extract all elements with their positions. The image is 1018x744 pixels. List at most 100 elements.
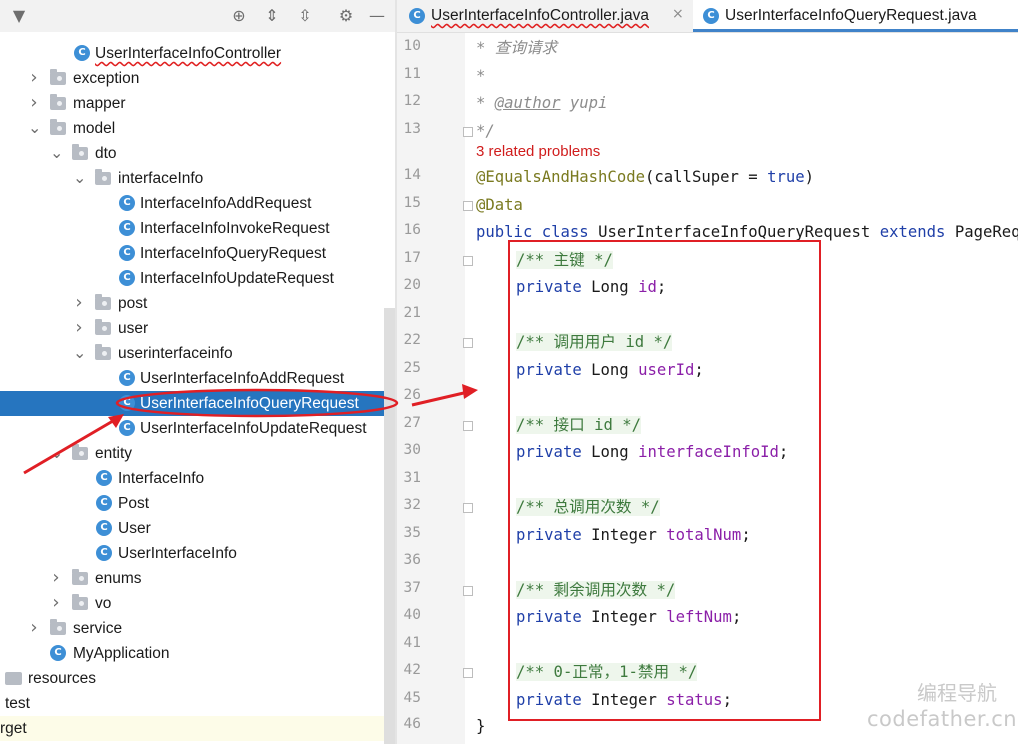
- tree-item[interactable]: C UserInterfaceInfoUpdateRequest: [0, 416, 395, 441]
- chevron-down-icon[interactable]: ⌄: [73, 345, 86, 361]
- tree-item-label: userinterfaceinfo: [118, 345, 233, 362]
- line-number: 14: [403, 167, 421, 183]
- class-icon: C: [96, 495, 112, 511]
- tree-item[interactable]: › service: [0, 616, 395, 641]
- tab-query-request[interactable]: C UserInterfaceInfoQueryRequest.java: [693, 0, 1018, 32]
- class-icon: C: [119, 195, 135, 211]
- line-number: 25: [403, 360, 421, 376]
- tree-item[interactable]: C InterfaceInfoUpdateRequest: [0, 266, 395, 291]
- related-problems-hint[interactable]: 3 related problems: [476, 143, 600, 160]
- tree-item[interactable]: C UserInterfaceInfoQueryRequest: [0, 391, 395, 416]
- tree-item[interactable]: C InterfaceInfoQueryRequest: [0, 241, 395, 266]
- chevron-down-icon[interactable]: ⌄: [73, 170, 86, 186]
- fold-marker-icon[interactable]: [463, 668, 473, 678]
- tree-item-label: exception: [73, 70, 140, 87]
- line-number: 16: [403, 222, 421, 238]
- tree-item-label: UserInterfaceInfoAddRequest: [140, 370, 345, 387]
- chevron-down-icon[interactable]: ⌄: [50, 145, 63, 161]
- tree-item[interactable]: C Post: [0, 491, 395, 516]
- line-number: 11: [403, 66, 421, 82]
- tree-item-label: service: [73, 620, 123, 637]
- package-folder-icon: [95, 294, 111, 310]
- class-icon: C: [119, 220, 135, 236]
- tab-controller[interactable]: C UserInterfaceInfoController.java ×: [397, 0, 693, 32]
- tree-item[interactable]: C MyApplication: [0, 641, 395, 666]
- tree-item[interactable]: ⌄ interfaceInfo: [0, 166, 395, 191]
- tree-item[interactable]: C UserInterfaceInfo: [0, 541, 395, 566]
- tree-item[interactable]: › post: [0, 291, 395, 316]
- tree-item-label: enums: [95, 570, 142, 587]
- tree-item[interactable]: resources: [0, 666, 395, 691]
- chevron-right-icon[interactable]: ›: [28, 94, 40, 112]
- tree-item[interactable]: › mapper: [0, 91, 395, 116]
- tree-item[interactable]: › user: [0, 316, 395, 341]
- tree-item[interactable]: ⌄ model: [0, 116, 395, 141]
- tree-item[interactable]: ⌄ userinterfaceinfo: [0, 341, 395, 366]
- tree-item[interactable]: C UserInterfaceInfoController: [0, 41, 395, 66]
- fold-marker-icon[interactable]: [463, 586, 473, 596]
- fold-marker-icon[interactable]: [463, 503, 473, 513]
- line-number: 46: [403, 716, 421, 732]
- tree-item-label: post: [118, 295, 148, 312]
- tree-item-label: MyApplication: [73, 645, 170, 662]
- tree-item[interactable]: C InterfaceInfo: [0, 466, 395, 491]
- line-number: 21: [403, 305, 421, 321]
- tree-item-label: user: [118, 320, 149, 337]
- tree-item-cropped: [0, 20, 395, 32]
- tree-item-label: UserInterfaceInfoController: [95, 45, 282, 62]
- tree-item-label: vo: [95, 595, 112, 612]
- tab-label: UserInterfaceInfoQueryRequest.java: [725, 7, 977, 24]
- tree-item[interactable]: C InterfaceInfoAddRequest: [0, 191, 395, 216]
- fold-marker-icon[interactable]: [463, 338, 473, 348]
- chevron-right-icon[interactable]: ›: [73, 294, 85, 312]
- tree-item[interactable]: rget: [0, 716, 395, 741]
- class-icon: C: [119, 270, 135, 286]
- code-line: @EqualsAndHashCode(callSuper = true): [476, 168, 815, 186]
- class-icon: C: [96, 470, 112, 486]
- tree-item[interactable]: ⌄ entity: [0, 441, 395, 466]
- code-editor[interactable]: C UserInterfaceInfoController.java × C U…: [397, 0, 1018, 744]
- class-icon: C: [74, 45, 90, 61]
- chevron-right-icon[interactable]: ›: [73, 319, 85, 337]
- class-icon: C: [96, 545, 112, 561]
- tree-item-label: interfaceInfo: [118, 170, 204, 187]
- tree-item[interactable]: › exception: [0, 66, 395, 91]
- code-line: @Data: [476, 196, 523, 214]
- line-number: 45: [403, 690, 421, 706]
- tree-item[interactable]: C User: [0, 516, 395, 541]
- close-icon[interactable]: ×: [672, 6, 684, 22]
- project-panel: ▼ ⊕ ⇕ ⇳ ⚙ — C UserInterfaceInfoController…: [0, 0, 395, 744]
- tree-item[interactable]: › enums: [0, 566, 395, 591]
- fold-marker-icon[interactable]: [463, 201, 473, 211]
- tree-item-label: mapper: [73, 95, 126, 112]
- chevron-down-icon[interactable]: ⌄: [28, 120, 41, 136]
- watermark-title: 编程导航: [917, 681, 997, 705]
- line-number: 20: [403, 277, 421, 293]
- fold-marker-icon[interactable]: [463, 256, 473, 266]
- package-folder-icon: [95, 344, 111, 360]
- class-icon: C: [119, 395, 135, 411]
- line-number: 13: [403, 121, 421, 137]
- tree-item[interactable]: C UserInterfaceInfoAddRequest: [0, 366, 395, 391]
- code-line: * 查询请求: [476, 39, 558, 57]
- line-number: 37: [403, 580, 421, 596]
- fold-marker-icon[interactable]: [463, 421, 473, 431]
- fold-marker-icon[interactable]: [463, 127, 473, 137]
- chevron-down-icon[interactable]: ⌄: [50, 445, 63, 461]
- line-number: 40: [403, 607, 421, 623]
- line-number: 41: [403, 635, 421, 651]
- class-icon: C: [409, 8, 425, 24]
- chevron-right-icon[interactable]: ›: [50, 569, 62, 587]
- scrollbar-thumb[interactable]: [384, 308, 395, 744]
- watermark-url: codefather.cn: [867, 707, 1018, 731]
- chevron-right-icon[interactable]: ›: [28, 619, 40, 637]
- tree-item[interactable]: C InterfaceInfoInvokeRequest: [0, 216, 395, 241]
- tree-item[interactable]: test: [0, 691, 395, 716]
- chevron-right-icon[interactable]: ›: [28, 69, 40, 87]
- tree-item[interactable]: ⌄ dto: [0, 141, 395, 166]
- tree-item[interactable]: › vo: [0, 591, 395, 616]
- code-line: */: [476, 122, 495, 140]
- line-number: 36: [403, 552, 421, 568]
- chevron-right-icon[interactable]: ›: [50, 594, 62, 612]
- package-folder-icon: [50, 119, 66, 135]
